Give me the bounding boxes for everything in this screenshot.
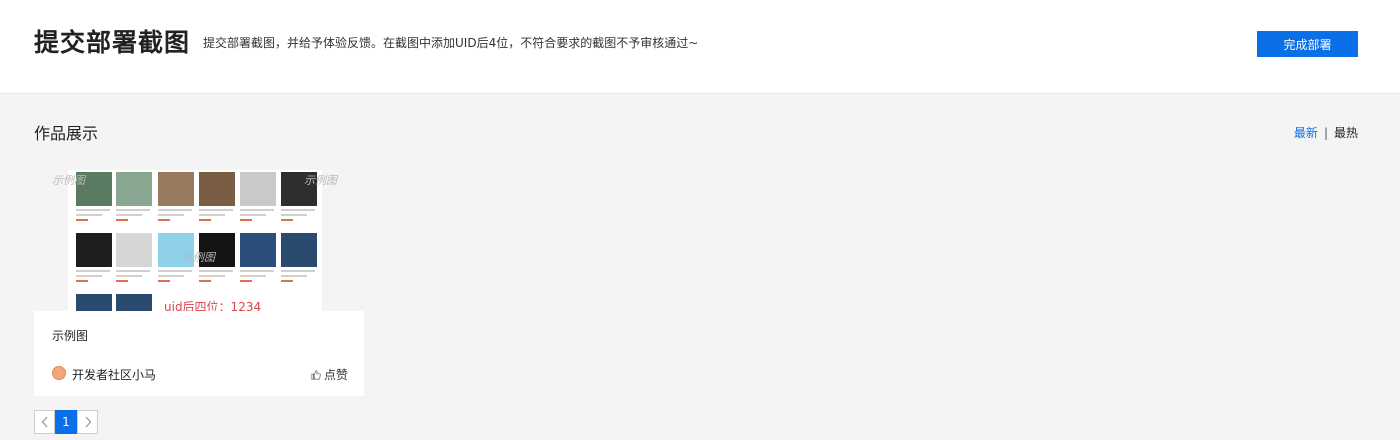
watermark: 示例图 <box>182 251 215 264</box>
product-thumbnail <box>240 172 278 230</box>
product-thumbnail <box>116 294 154 311</box>
uid-label: uid后四位：1234 <box>164 300 262 311</box>
product-thumbnail <box>240 233 278 291</box>
product-thumbnail <box>199 172 237 230</box>
card-body: 示例图 开发者社区小马 点赞 <box>34 311 364 396</box>
page-description: 提交部署截图，并给予体验反馈。在截图中添加UID后4位，不符合要求的截图不予审核… <box>203 36 699 50</box>
work-card[interactable]: 示例图 示例图 示例图 uid后四位：1234 示例图 开发者社区小马 点赞 <box>34 165 364 396</box>
card-title[interactable]: 示例图 <box>52 327 88 344</box>
thumbs-up-icon <box>311 369 321 380</box>
product-thumbnail <box>76 294 114 311</box>
complete-deployment-button[interactable]: 完成部署 <box>1257 31 1358 57</box>
sort-hot-link[interactable]: 最热 <box>1334 126 1358 140</box>
pagination: 1 <box>34 410 98 434</box>
product-thumbnail <box>281 233 319 291</box>
product-thumbnail <box>116 172 154 230</box>
avatar <box>52 366 66 380</box>
page-number[interactable]: 1 <box>55 410 77 434</box>
header: 提交部署截图 提交部署截图，并给予体验反馈。在截图中添加UID后4位，不符合要求… <box>0 0 1400 94</box>
sort-separator: | <box>1323 126 1328 140</box>
like-label: 点赞 <box>323 368 348 382</box>
next-page-button[interactable] <box>77 410 98 434</box>
like-button[interactable]: 点赞 <box>311 366 348 383</box>
sort-options: 最新 | 最热 <box>1294 125 1358 141</box>
product-thumbnail <box>116 233 154 291</box>
page-title: 提交部署截图 <box>34 28 191 57</box>
sort-latest-link[interactable]: 最新 <box>1294 126 1318 140</box>
section-title: 作品展示 <box>34 124 99 143</box>
author-name[interactable]: 开发者社区小马 <box>72 366 156 383</box>
chevron-left-icon <box>41 416 47 428</box>
chevron-right-icon <box>85 416 91 428</box>
card-thumbnail[interactable]: 示例图 示例图 示例图 uid后四位：1234 <box>34 165 364 311</box>
watermark: 示例图 <box>52 174 85 187</box>
product-thumbnail <box>76 233 114 291</box>
product-thumbnail <box>158 172 196 230</box>
prev-page-button[interactable] <box>34 410 55 434</box>
watermark: 示例图 <box>304 174 337 187</box>
screenshot-image <box>68 170 322 311</box>
